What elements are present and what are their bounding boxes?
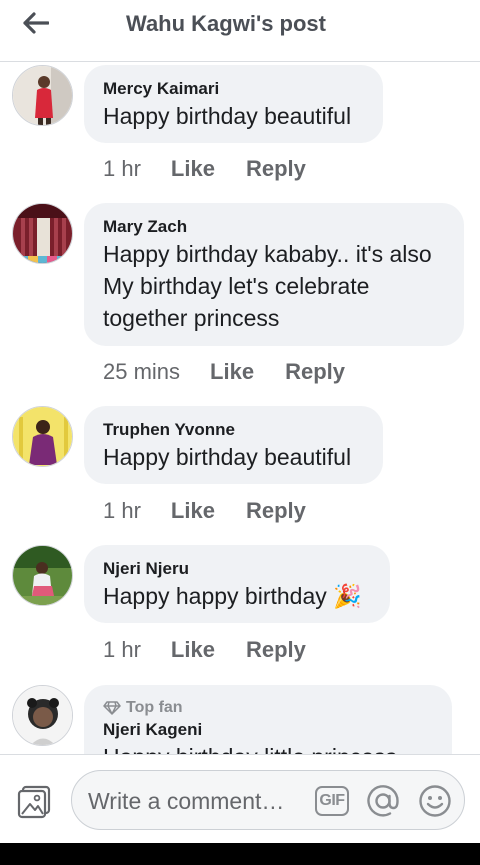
reply-link[interactable]: Reply bbox=[285, 359, 345, 385]
gif-icon: GIF bbox=[315, 786, 349, 816]
comment-time[interactable]: 1 hr bbox=[103, 156, 141, 182]
smiley-icon bbox=[419, 785, 451, 817]
at-icon bbox=[367, 785, 399, 817]
comment-bubble[interactable]: Mary Zach Happy birthday kababy.. it's a… bbox=[84, 203, 464, 346]
avatar[interactable] bbox=[12, 65, 73, 126]
comment-input[interactable] bbox=[88, 785, 308, 817]
comment-text-body: Happy happy birthday bbox=[103, 583, 327, 609]
comment-bubble[interactable]: Njeri Njeru Happy happy birthday 🎉 bbox=[84, 545, 390, 623]
comment-bubble[interactable]: Mercy Kaimari Happy birthday beautiful bbox=[84, 65, 383, 143]
comment-text: Happy happy birthday 🎉 bbox=[103, 580, 370, 612]
like-link[interactable]: Like bbox=[171, 156, 215, 182]
back-button[interactable] bbox=[18, 8, 54, 38]
avatar[interactable] bbox=[12, 406, 73, 467]
comment-author[interactable]: Mercy Kaimari bbox=[103, 78, 363, 100]
like-link[interactable]: Like bbox=[171, 498, 215, 524]
avatar[interactable] bbox=[12, 203, 73, 264]
comment-author[interactable]: Njeri Njeru bbox=[103, 558, 370, 580]
system-navigation-bar bbox=[0, 843, 480, 865]
back-arrow-icon bbox=[23, 12, 49, 34]
like-link[interactable]: Like bbox=[171, 637, 215, 663]
reply-link[interactable]: Reply bbox=[246, 156, 306, 182]
top-fan-label: Top fan bbox=[126, 699, 183, 716]
comment-author[interactable]: Truphen Yvonne bbox=[103, 419, 363, 441]
comment-text: Happy birthday kababy.. it's also My bir… bbox=[103, 241, 432, 331]
comment-bubble[interactable]: Top fan Njeri Kageni Happy birthday litt… bbox=[84, 685, 452, 754]
gif-button[interactable]: GIF bbox=[314, 783, 350, 819]
comment-input-box[interactable]: GIF bbox=[71, 770, 465, 830]
comment-text: Happy birthday beautiful bbox=[103, 444, 352, 470]
like-link[interactable]: Like bbox=[210, 359, 254, 385]
page-title: Wahu Kagwi's post bbox=[126, 11, 326, 36]
comment-time[interactable]: 1 hr bbox=[103, 498, 141, 524]
top-bar: Wahu Kagwi's post bbox=[0, 0, 480, 62]
party-popper-icon: 🎉 bbox=[333, 583, 362, 609]
comment-actions: 25 mins Like Reply bbox=[103, 359, 345, 385]
comment-actions: 1 hr Like Reply bbox=[103, 498, 306, 524]
reply-link[interactable]: Reply bbox=[246, 498, 306, 524]
mention-button[interactable] bbox=[365, 783, 401, 819]
comment-author[interactable]: Mary Zach bbox=[103, 216, 444, 238]
comment-text: Happy birthday beautiful bbox=[103, 103, 352, 129]
photo-icon bbox=[17, 785, 51, 819]
comment-author[interactable]: Njeri Kageni bbox=[103, 719, 432, 741]
comment-text: Happy birthday little princess bbox=[103, 741, 432, 754]
top-fan-badge[interactable]: Top fan bbox=[103, 697, 432, 719]
reply-link[interactable]: Reply bbox=[246, 637, 306, 663]
avatar[interactable] bbox=[12, 685, 73, 746]
diamond-icon bbox=[103, 701, 121, 715]
comment-list[interactable]: Mercy Kaimari Happy birthday beautiful 1… bbox=[0, 63, 480, 754]
comment-composer: GIF bbox=[0, 754, 480, 843]
comment-bubble[interactable]: Truphen Yvonne Happy birthday beautiful bbox=[84, 406, 383, 484]
comment-time[interactable]: 1 hr bbox=[103, 637, 141, 663]
comment-actions: 1 hr Like Reply bbox=[103, 156, 306, 182]
comment-time[interactable]: 25 mins bbox=[103, 359, 180, 385]
add-photo-button[interactable] bbox=[15, 783, 53, 821]
emoji-button[interactable] bbox=[417, 783, 453, 819]
comment-actions: 1 hr Like Reply bbox=[103, 637, 306, 663]
avatar[interactable] bbox=[12, 545, 73, 606]
